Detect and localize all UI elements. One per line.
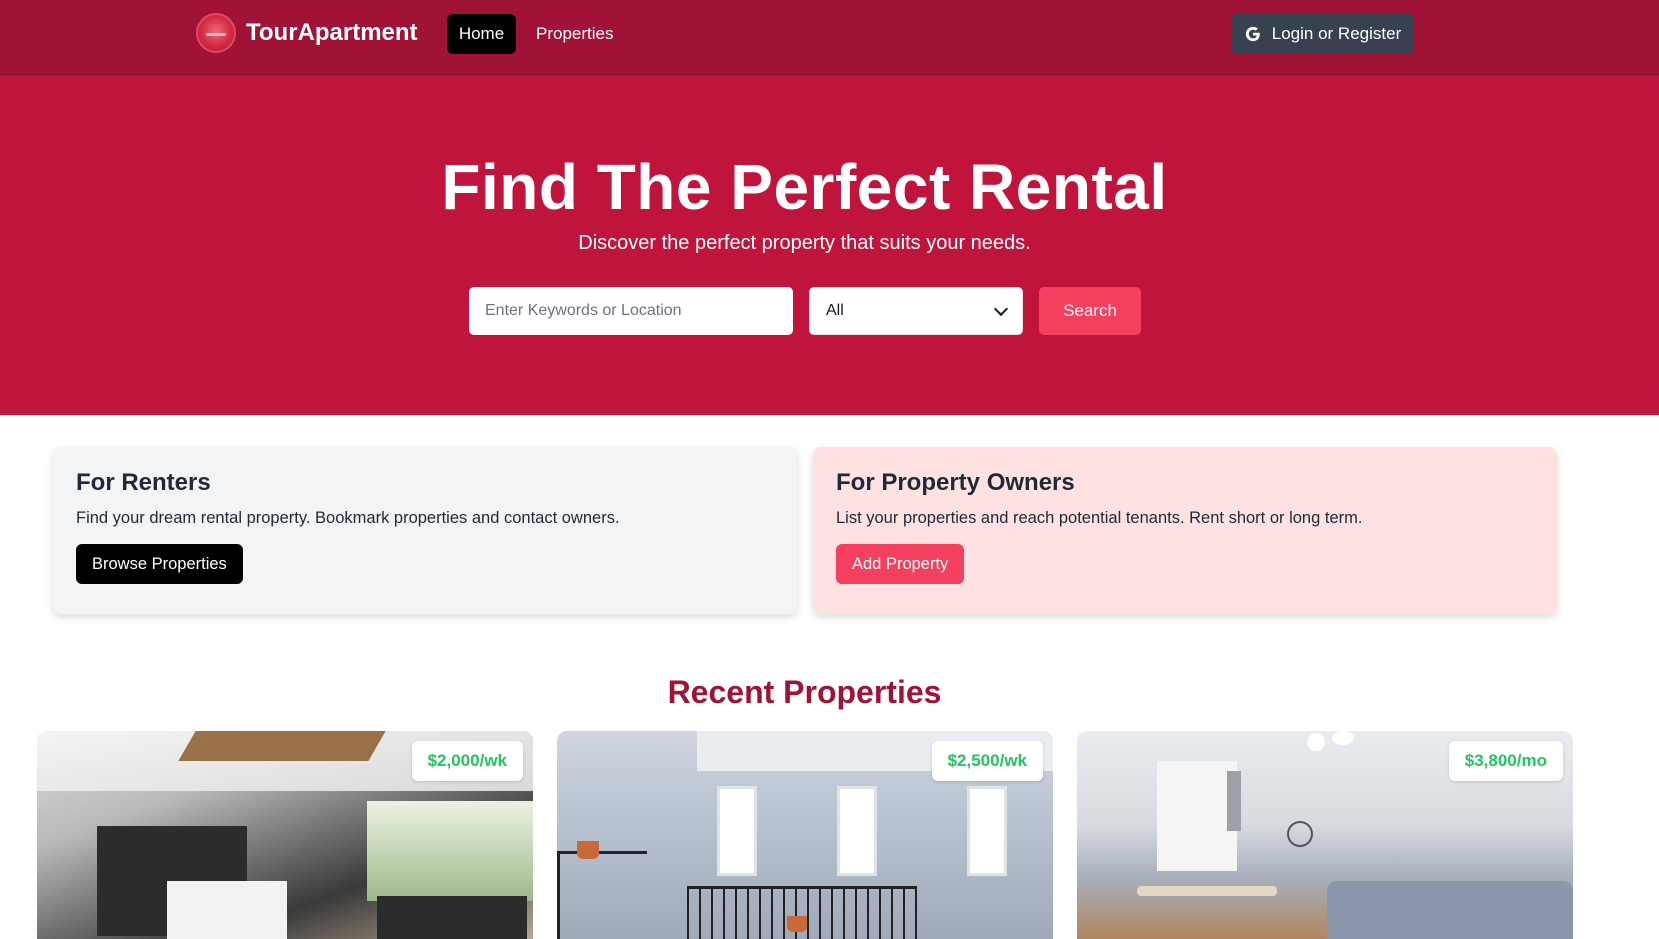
price-badge: $3,800/mo	[1448, 741, 1563, 781]
renters-card: For Renters Find your dream rental prope…	[53, 447, 797, 614]
property-card[interactable]: $2,500/wk	[557, 731, 1053, 939]
property-card[interactable]: $2,000/wk	[37, 731, 533, 939]
owners-card-title: For Property Owners	[836, 469, 1075, 496]
chevron-down-icon	[993, 301, 1009, 316]
brand-name: TourApartment	[246, 19, 418, 46]
nav-link-properties[interactable]: Properties	[526, 14, 623, 54]
owners-card: For Property Owners List your properties…	[813, 447, 1557, 614]
search-button[interactable]: Search	[1039, 287, 1141, 335]
browse-properties-button[interactable]: Browse Properties	[76, 544, 243, 584]
property-type-select[interactable]: All	[809, 287, 1023, 335]
renters-card-title: For Renters	[76, 469, 211, 496]
owners-card-text: List your properties and reach potential…	[836, 509, 1363, 527]
price-badge: $2,000/wk	[411, 741, 523, 781]
keyword-search-input[interactable]	[469, 287, 793, 335]
hero-section: Find The Perfect Rental Discover the per…	[0, 75, 1659, 415]
login-label: Login or Register	[1271, 24, 1402, 43]
hero-title: Find The Perfect Rental	[441, 151, 1168, 223]
recent-properties-title: Recent Properties	[667, 674, 942, 710]
nav-link-home[interactable]: Home	[447, 14, 516, 54]
property-card[interactable]: $3,800/mo	[1077, 731, 1573, 939]
brand-link[interactable]: TourApartment	[196, 13, 418, 53]
hero-subtitle: Discover the perfect property that suits…	[578, 232, 1031, 254]
property-type-value: All	[826, 302, 844, 319]
renters-card-text: Find your dream rental property. Bookmar…	[76, 509, 620, 527]
navbar: TourApartment Home Properties Login or R…	[0, 0, 1659, 75]
logo-icon	[196, 13, 236, 53]
price-badge: $2,500/wk	[931, 741, 1043, 781]
login-register-button[interactable]: Login or Register	[1231, 14, 1414, 54]
add-property-button[interactable]: Add Property	[836, 544, 965, 584]
google-icon	[1245, 26, 1260, 42]
